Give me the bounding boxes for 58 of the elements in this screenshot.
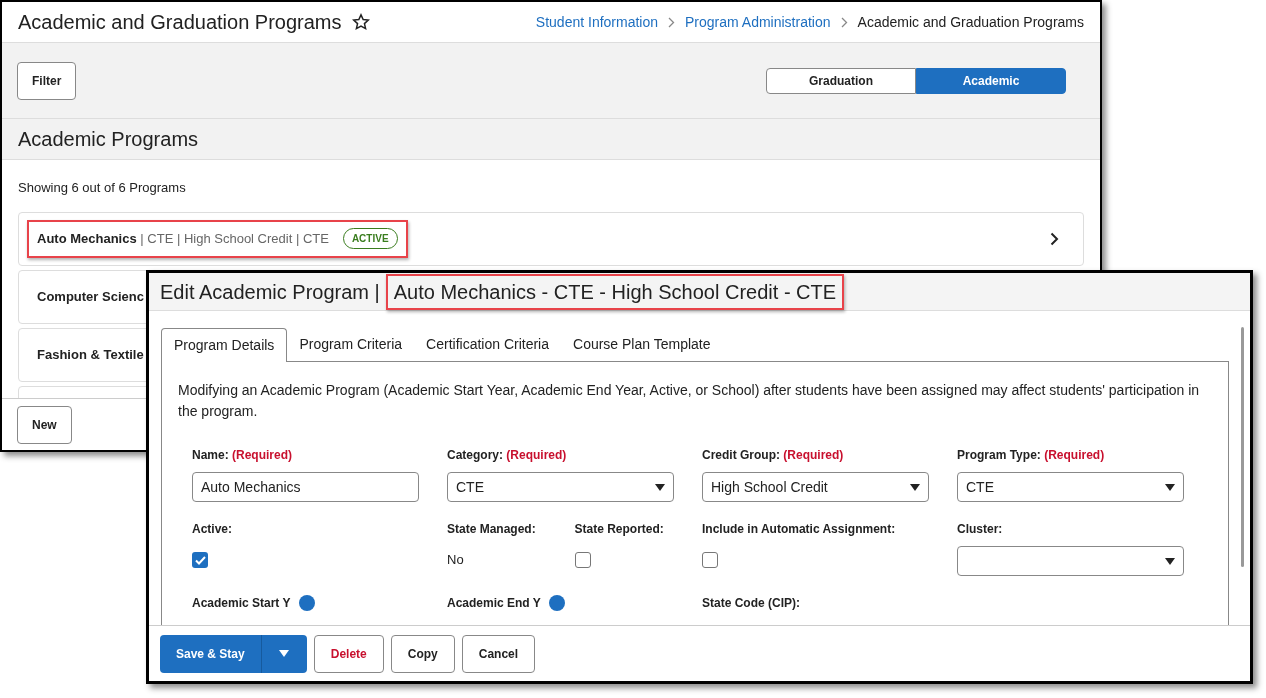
field-label: Credit Group: (Required) [702, 447, 844, 464]
program-name: Computer Scienc [37, 288, 144, 304]
field-value: No [447, 551, 465, 569]
field-label: Include in Automatic Assignment: [702, 521, 896, 538]
field-label: State Code (CIP): [702, 595, 800, 612]
results-count: Showing 6 out of 6 Programs [18, 179, 187, 197]
caret-icon [279, 650, 290, 657]
tab[interactable]: Certification Criteria [414, 327, 561, 361]
checkbox[interactable] [574, 552, 591, 568]
page-title: Academic and Graduation Programs [18, 10, 342, 35]
action-button[interactable]: Copy [390, 634, 455, 673]
star-icon[interactable] [351, 13, 370, 31]
caret-icon [1165, 557, 1175, 565]
select-field[interactable]: CTE [447, 472, 674, 502]
name-input[interactable]: Auto Mechanics [192, 472, 419, 502]
tab[interactable]: Program Criteria [287, 327, 415, 361]
dialog-title: Edit Academic Program | [160, 279, 380, 305]
chevron-icon [668, 16, 676, 28]
toggle-button[interactable]: Graduation [766, 67, 916, 94]
select-field[interactable]: CTE [957, 472, 1184, 502]
tab[interactable]: Program Details [161, 328, 288, 362]
delete-button[interactable]: Delete [313, 634, 384, 673]
program-card[interactable]: Auto Mechanics | CTE | High School Credit | CTE ACTIVE [18, 211, 1084, 266]
new-button[interactable]: New [17, 405, 72, 444]
breadcrumb-link[interactable]: Program Administration [685, 11, 831, 33]
field-label: Academic End Y [447, 595, 541, 612]
warning-text: Modifying an Academic Program (Academic Start Year, Academic End Year, Active, or School) after students have been assigned may affect students' participation in the program. [178, 381, 1201, 421]
field-label: Cluster: [957, 521, 1003, 538]
program-name: Fashion & Textile [37, 346, 144, 362]
select-field[interactable]: High School Credit [702, 472, 929, 502]
program-details: | CTE | High School Credit | CTE [140, 230, 329, 246]
breadcrumb-link[interactable]: Student Information [535, 11, 659, 33]
field-label: Name: (Required) [192, 447, 293, 464]
field-label: Active: [192, 521, 232, 538]
caret-icon [1165, 483, 1175, 491]
caret-icon [655, 483, 665, 491]
field-label: State Managed: [447, 521, 536, 538]
dialog-subtitle: Auto Mechanics - CTE - High School Credit - CTE [385, 273, 845, 310]
checkbox[interactable] [702, 552, 718, 568]
chevron-icon[interactable] [1050, 231, 1059, 246]
caret-icon [910, 483, 920, 491]
info-icon[interactable] [298, 595, 315, 611]
program-name: Auto Mechanics [37, 230, 137, 246]
info-icon[interactable] [548, 595, 565, 611]
field-label: Category: (Required) [447, 447, 567, 464]
action-button[interactable]: Cancel [461, 634, 536, 673]
scrollbar[interactable] [1241, 327, 1244, 567]
chevron-icon [840, 16, 848, 28]
section-title: Academic Programs [18, 127, 199, 152]
filter-button[interactable]: Filter [17, 61, 77, 100]
checkbox[interactable] [192, 552, 208, 568]
tab[interactable]: Course Plan Template [561, 327, 723, 361]
select-field[interactable] [957, 546, 1184, 576]
breadcrumb-current: Academic and Graduation Programs [857, 12, 1084, 32]
field-label: State Reported: [574, 521, 664, 538]
field-label: Academic Start Y [192, 595, 291, 612]
toggle-button[interactable]: Academic [916, 67, 1066, 94]
field-label: Program Type: (Required) [957, 447, 1105, 464]
